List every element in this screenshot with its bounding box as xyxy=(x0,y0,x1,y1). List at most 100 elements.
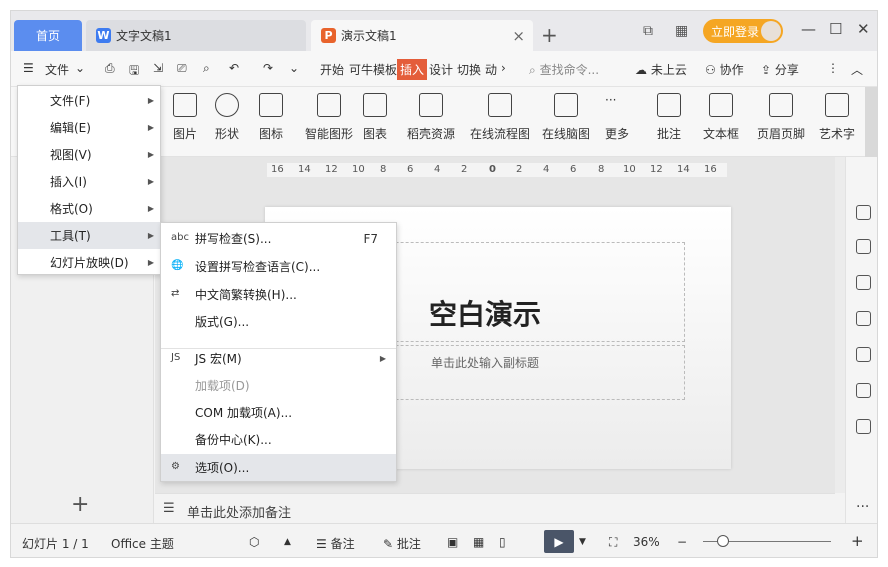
slide-switch-icon[interactable] xyxy=(856,311,871,326)
tab-design[interactable]: 设计 xyxy=(429,61,453,78)
cloud-status[interactable]: ☁ 未上云 xyxy=(635,61,687,78)
sorter-view-icon[interactable]: ▦ xyxy=(473,535,484,549)
command-search[interactable]: ⌕ 查找命令... xyxy=(529,61,599,78)
status-up-icon[interactable]: ▲ xyxy=(284,537,291,547)
insert-chart-button[interactable]: 图表 xyxy=(345,93,405,142)
menu-item-layout[interactable]: 版式(G)... xyxy=(161,308,396,335)
reading-icon[interactable] xyxy=(856,419,871,434)
print-preview-icon[interactable]: ⌕ xyxy=(203,61,210,76)
quick-access-dropdown-icon[interactable]: ⌄ xyxy=(289,61,299,75)
submenu-arrow-icon: ▶ xyxy=(147,150,154,159)
menu-item-slideshow[interactable]: 幻灯片放映(D) ▶ xyxy=(18,249,160,276)
textbox-button[interactable]: 文本框 xyxy=(691,93,751,142)
undo-icon[interactable]: ↶ xyxy=(229,61,239,75)
zoom-level[interactable]: 36% xyxy=(633,535,660,549)
menu-item-file[interactable]: 文件(F) ▶ xyxy=(18,87,160,114)
notes-pane[interactable]: ☰ 单击此处添加备注 xyxy=(155,493,835,523)
menu-item-format[interactable]: 格式(O) ▶ xyxy=(18,195,160,222)
word-art-button[interactable]: 艺术字 xyxy=(807,93,867,142)
close-button[interactable]: ✕ xyxy=(857,20,870,38)
slideshow-play-button[interactable]: ▶ xyxy=(544,530,574,553)
effects-icon[interactable] xyxy=(856,275,871,290)
maximize-button[interactable]: ☐ xyxy=(829,20,842,38)
file-dropdown-chevron-icon[interactable]: ⌄ xyxy=(75,61,85,75)
insert-icon-button[interactable]: 图标 xyxy=(241,93,301,142)
tab-start[interactable]: 开始 xyxy=(320,61,344,78)
zoom-out-button[interactable]: − xyxy=(677,535,687,549)
layout-label: 版式(G)... xyxy=(195,315,250,329)
add-slide-button[interactable]: + xyxy=(71,492,89,517)
more-options-icon[interactable]: ⋮ xyxy=(827,61,839,75)
fit-window-icon[interactable]: ⛶ xyxy=(609,535,617,550)
notes-toggle[interactable]: ☰ 备注 xyxy=(316,535,355,552)
comments-toggle[interactable]: ✎ 批注 xyxy=(383,535,421,552)
menu-item-com-addins[interactable]: COM 加载项(A)... xyxy=(161,399,396,426)
backup-icon[interactable] xyxy=(856,383,871,398)
menu-item-spell-check[interactable]: abc 拼写检查(S)... F7 xyxy=(161,225,396,252)
normal-view-icon[interactable]: ▣ xyxy=(447,535,458,549)
menu-item-options[interactable]: ⚙ 选项(O)... xyxy=(161,454,396,481)
redo-icon[interactable]: ↷ xyxy=(263,61,273,75)
tab-animation[interactable]: 动 xyxy=(485,61,497,78)
tab-close-icon[interactable]: × xyxy=(512,27,525,45)
more-button[interactable]: ··· 更多 xyxy=(587,93,647,142)
apps-grid-icon[interactable]: ▦ xyxy=(675,23,688,39)
new-tab-button[interactable]: + xyxy=(541,23,558,47)
globe-icon: 🌐 xyxy=(171,260,184,271)
ribbon-scroll-right[interactable] xyxy=(865,87,877,157)
collapse-ribbon-icon[interactable]: ︿ xyxy=(851,61,863,78)
animation-icon[interactable] xyxy=(856,205,871,220)
tab-insert[interactable]: 插入 xyxy=(397,59,428,80)
hamburger-menu-icon[interactable]: ☰ xyxy=(23,61,34,75)
menu-item-spell-language[interactable]: 🌐 设置拼写检查语言(C)... xyxy=(161,253,396,280)
convert-icon: ⇄ xyxy=(171,288,180,299)
menu-item-edit[interactable]: 编辑(E) ▶ xyxy=(18,114,160,141)
share-button[interactable]: ⇪ 分享 xyxy=(761,61,799,78)
menu-item-chinese-conversion[interactable]: ⇄ 中文简繁转换(H)... xyxy=(161,281,396,308)
tab-home-label: 首页 xyxy=(35,29,60,43)
tab-presentation[interactable]: P 演示文稿1 × xyxy=(311,20,533,51)
play-dropdown-icon[interactable]: ▼ xyxy=(579,537,586,547)
ruler-tick: 6 xyxy=(570,164,577,175)
image-tools-icon[interactable] xyxy=(856,347,871,362)
notes-toggle-label: 备注 xyxy=(330,537,355,551)
menu-item-backup-center[interactable]: 备份中心(K)... xyxy=(161,426,396,453)
zoom-in-button[interactable]: + xyxy=(851,532,864,550)
flowchart-button[interactable]: 在线流程图 xyxy=(470,93,530,142)
menu-item-js-macro[interactable]: JS JS 宏(M) ▶ xyxy=(161,345,396,372)
comments-toggle-icon: ✎ xyxy=(383,537,394,551)
header-footer-button[interactable]: 页眉页脚 xyxy=(751,93,811,142)
theme-name[interactable]: Office 主题 xyxy=(111,535,174,552)
vertical-scrollbar[interactable] xyxy=(835,157,845,493)
more-label: 更多 xyxy=(604,127,629,141)
export-icon[interactable]: ⇲ xyxy=(153,61,163,75)
file-menu-button[interactable]: 文件 xyxy=(45,61,69,78)
properties-icon[interactable] xyxy=(856,239,871,254)
menu-item-insert[interactable]: 插入(I) ▶ xyxy=(18,168,160,195)
spell-check-icon: abc xyxy=(171,232,189,243)
tab-transitions[interactable]: 切换 xyxy=(457,61,481,78)
collaborate-button[interactable]: ⚇ 协作 xyxy=(705,61,744,78)
docer-resources-button[interactable]: 稻壳资源 xyxy=(401,93,461,142)
window-layout-icon[interactable]: ⧉ xyxy=(643,23,653,39)
print-icon[interactable]: ⎚ xyxy=(177,61,187,76)
tab-writer-doc[interactable]: W 文字文稿1 xyxy=(86,20,306,51)
login-button[interactable]: 立即登录 xyxy=(703,19,783,43)
menu-item-tools[interactable]: 工具(T) ▶ xyxy=(18,222,160,249)
ruler-tick: 12 xyxy=(650,164,663,175)
save-icon[interactable]: 🖫 xyxy=(129,61,139,82)
zoom-slider-handle[interactable] xyxy=(717,535,729,547)
share-icon: ⇪ xyxy=(761,63,772,77)
export-pdf-icon[interactable]: ⎙ xyxy=(105,61,115,76)
comment-button[interactable]: 批注 xyxy=(639,93,699,142)
minimize-button[interactable]: — xyxy=(801,20,816,38)
reading-view-icon[interactable]: ▯ xyxy=(499,535,506,549)
ruler-tick: 6 xyxy=(407,164,414,175)
beautify-icon[interactable]: ⬡ xyxy=(249,535,259,549)
more-side-icon[interactable]: ··· xyxy=(856,499,869,515)
play-icon: ▶ xyxy=(554,534,564,549)
tab-home[interactable]: 首页 xyxy=(14,20,82,51)
tab-templates[interactable]: 可牛模板 xyxy=(349,61,397,78)
tabs-scroll-right-icon[interactable]: › xyxy=(501,61,506,75)
menu-item-view[interactable]: 视图(V) ▶ xyxy=(18,141,160,168)
